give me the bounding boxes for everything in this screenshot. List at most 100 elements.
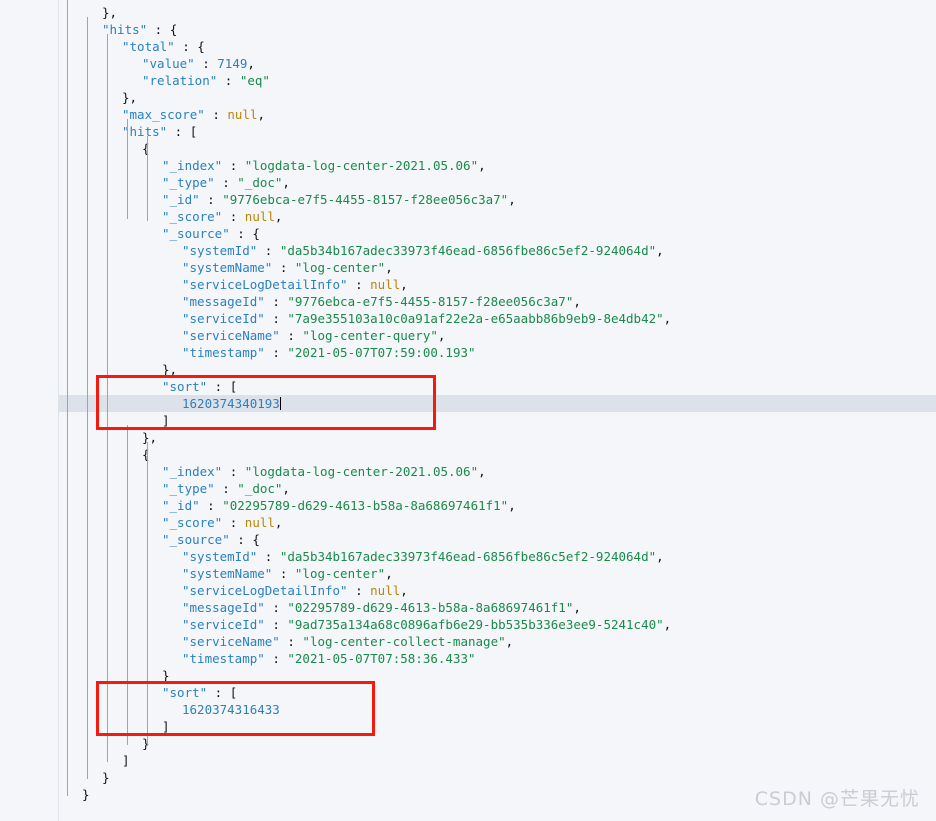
- token-key: "_index": [162, 158, 223, 173]
- code-line-text: {: [142, 446, 150, 463]
- code-line-text: },: [142, 429, 157, 446]
- token-punct: ,: [656, 549, 664, 564]
- token-key: "systemId": [182, 549, 258, 564]
- code-line-text: ]: [162, 412, 170, 429]
- token-punct: ,: [663, 617, 672, 632]
- token-num: 1620374316433: [182, 702, 280, 717]
- token-key: "value": [142, 56, 195, 71]
- token-str: "_doc": [237, 481, 283, 496]
- token-str: "da5b34b167adec33973f46ead-6856fbe86c5ef…: [279, 549, 657, 564]
- token-brace: [: [229, 379, 238, 394]
- token-brace: ]: [122, 753, 130, 768]
- token-str: "da5b34b167adec33973f46ead-6856fbe86c5ef…: [279, 243, 657, 258]
- token-punct: ,: [656, 243, 664, 258]
- token-null: null: [244, 515, 275, 530]
- code-line-text: "_index" : "logdata-log-center-2021.05.0…: [162, 157, 486, 174]
- token-str: "eq": [239, 73, 270, 88]
- code-line-text: "hits" : {: [102, 21, 177, 38]
- token-punct: ,: [274, 209, 283, 224]
- token-punct: :: [222, 464, 245, 479]
- token-key: "total": [122, 39, 175, 54]
- token-punct: :: [272, 566, 295, 581]
- code-line-text: "_score" : null,: [162, 208, 282, 225]
- token-num: 1620374340193: [182, 396, 280, 411]
- token-key: "messageId": [182, 600, 265, 615]
- token-str: "logdata-log-center-2021.05.06": [244, 464, 479, 479]
- code-line-text: {: [142, 140, 150, 157]
- code-line-text: "value" : 7149,: [142, 55, 255, 72]
- token-brace: {: [142, 141, 150, 156]
- token-punct: :: [257, 243, 280, 258]
- token-key: "_source": [162, 532, 230, 547]
- code-line-text: 1620374316433: [182, 701, 280, 718]
- json-code-editor[interactable]: 9▲},10▼"hits" : {11▼"total" : {12"value"…: [0, 0, 936, 821]
- token-punct: :: [264, 617, 288, 632]
- code-line-text: "_source" : {: [162, 531, 260, 548]
- token-punct: :: [264, 651, 288, 666]
- token-key: "serviceName": [182, 634, 280, 649]
- code-line-text: },: [162, 361, 177, 378]
- code-surface[interactable]: 9▲},10▼"hits" : {11▼"total" : {12"value"…: [0, 0, 936, 821]
- token-key: "_type": [162, 175, 215, 190]
- code-line-text: "serviceName" : "log-center-collect-mana…: [182, 633, 513, 650]
- token-punct: :: [279, 328, 303, 343]
- code-line-text: }: [82, 786, 90, 803]
- token-brace: [: [229, 685, 238, 700]
- token-punct: :: [229, 226, 253, 241]
- token-punct: ,: [274, 515, 283, 530]
- code-line-text: }: [102, 769, 110, 786]
- token-key: "systemName": [182, 260, 273, 275]
- token-punct: :: [264, 600, 288, 615]
- token-punct: ,: [437, 328, 446, 343]
- token-punct: ,: [385, 260, 393, 275]
- token-punct: ,: [663, 311, 672, 326]
- token-key: "sort": [162, 379, 208, 394]
- token-punct: ,: [282, 481, 290, 496]
- code-line-text: "_index" : "logdata-log-center-2021.05.0…: [162, 463, 486, 480]
- token-brace: ]: [162, 413, 170, 428]
- token-key: "messageId": [182, 294, 265, 309]
- code-line-text: "systemName" : "log-center",: [182, 259, 393, 276]
- token-punct: :: [207, 685, 230, 700]
- token-brace: }: [102, 770, 110, 785]
- token-str: "2021-05-07T07:59:00.193": [287, 345, 476, 360]
- token-punct: ,: [573, 294, 581, 309]
- token-brace: {: [252, 532, 260, 547]
- token-punct: :: [222, 209, 245, 224]
- indent-guide: [127, 425, 128, 745]
- token-brace: },: [122, 90, 138, 105]
- token-punct: :: [214, 175, 238, 190]
- editor-gutter: [0, 0, 59, 821]
- token-str: "9776ebca-e7f5-4455-8157-f28ee056c3a7": [222, 192, 509, 207]
- token-str: "02295789-d629-4613-b58a-8a68697461f1": [287, 600, 574, 615]
- text-cursor: [279, 397, 281, 410]
- token-brace: },: [162, 362, 178, 377]
- code-line-text: "_source" : {: [162, 225, 260, 242]
- token-key: "serviceId": [182, 617, 265, 632]
- token-punct: ,: [508, 498, 516, 513]
- code-line-text: "sort" : [: [162, 378, 237, 395]
- code-line-text: }: [142, 735, 150, 752]
- token-brace: },: [102, 5, 118, 20]
- token-punct: :: [229, 532, 253, 547]
- code-line-text: "timestamp" : "2021-05-07T07:59:00.193": [182, 344, 476, 361]
- indent-guide: [107, 34, 108, 762]
- token-key: "_source": [162, 226, 230, 241]
- token-str: "9ad735a134a68c0896afb6e29-bb535b336e3ee…: [287, 617, 664, 632]
- code-line-text: ]: [162, 718, 170, 735]
- token-punct: :: [194, 56, 218, 71]
- token-brace: {: [252, 226, 260, 241]
- token-punct: ,: [478, 464, 486, 479]
- token-brace: }: [82, 787, 90, 802]
- token-brace: }: [142, 736, 150, 751]
- token-punct: :: [222, 158, 245, 173]
- code-line-text: "systemId" : "da5b34b167adec33973f46ead-…: [182, 548, 664, 565]
- token-str: "log-center-query": [302, 328, 438, 343]
- token-str: "log-center-collect-manage": [302, 634, 506, 649]
- token-punct: :: [204, 107, 228, 122]
- token-null: null: [370, 583, 401, 598]
- token-str: "2021-05-07T07:58:36.433": [287, 651, 476, 666]
- token-key: "_score": [162, 515, 223, 530]
- token-punct: :: [147, 22, 170, 37]
- code-line-text: "serviceLogDetailInfo" : null,: [182, 582, 408, 599]
